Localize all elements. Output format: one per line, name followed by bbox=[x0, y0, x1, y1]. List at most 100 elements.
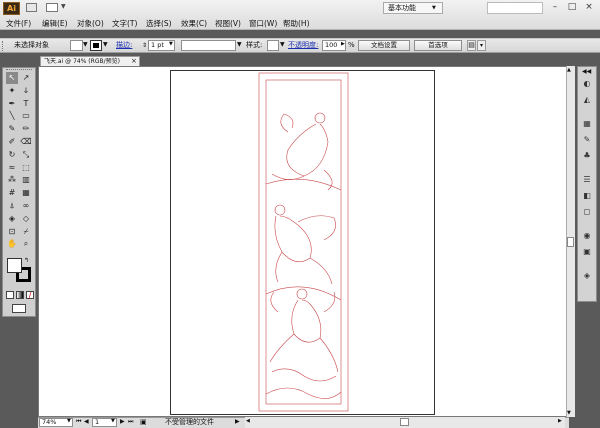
maximize-button[interactable]: □ bbox=[564, 2, 580, 14]
cloud-divider-2 bbox=[265, 286, 342, 301]
control-bar-grip[interactable] bbox=[2, 41, 5, 51]
feitian-artwork[interactable] bbox=[258, 72, 349, 412]
scroll-down-icon[interactable]: ▼ bbox=[567, 410, 571, 416]
rectangle-tool[interactable]: ▭ bbox=[20, 110, 32, 122]
live-paint-select-tool[interactable]: ◇ bbox=[20, 213, 32, 225]
rotate-tool[interactable]: ↻ bbox=[6, 149, 18, 161]
figure-1-head bbox=[314, 112, 326, 124]
column-graph-tool[interactable]: ▥ bbox=[20, 174, 32, 186]
color-icon[interactable]: ◐ bbox=[580, 78, 594, 90]
arrange-icon[interactable]: ▤ bbox=[467, 40, 476, 51]
line-tool[interactable]: ╲ bbox=[6, 110, 18, 122]
menu-edit[interactable]: 编辑(E) bbox=[42, 18, 68, 30]
scroll-right-icon[interactable]: ▶ bbox=[558, 418, 562, 424]
menu-help[interactable]: 帮助(H) bbox=[283, 18, 310, 30]
menu-view[interactable]: 视图(V) bbox=[215, 18, 241, 30]
stroke-swatch[interactable] bbox=[90, 40, 102, 51]
eraser-tool[interactable]: ⌫ bbox=[20, 136, 32, 148]
type-tool[interactable]: T bbox=[20, 98, 32, 110]
preferences-button[interactable]: 首选项 bbox=[414, 40, 462, 51]
previous-artboard-icon[interactable]: ◀ bbox=[84, 418, 89, 425]
paintbrush-tool[interactable]: ✎ bbox=[6, 123, 18, 135]
color-mode-icon[interactable] bbox=[6, 291, 14, 299]
control-panel-menu-icon[interactable]: ▾ bbox=[477, 40, 486, 51]
menu-effect[interactable]: 效果(C) bbox=[181, 18, 207, 30]
eyedropper-tool[interactable]: ⍋ bbox=[6, 200, 18, 212]
none-mode-icon[interactable]: / bbox=[26, 291, 34, 300]
search-help-field[interactable] bbox=[487, 2, 543, 14]
fill-swatch[interactable] bbox=[70, 40, 83, 51]
scroll-up-icon[interactable]: ▲ bbox=[567, 67, 571, 73]
blend-tool[interactable]: ∞ bbox=[20, 200, 32, 212]
mesh-tool[interactable]: # bbox=[6, 187, 18, 199]
pencil-tool[interactable]: ✏ bbox=[20, 123, 32, 135]
document-setup-button[interactable]: 文档设置 bbox=[358, 40, 410, 51]
status-menu-icon[interactable]: ▣ bbox=[140, 418, 147, 426]
fill-dropdown-icon[interactable]: ▼ bbox=[83, 41, 88, 48]
status-caret-icon[interactable]: ▶ bbox=[235, 418, 240, 425]
menu-window[interactable]: 窗口(W) bbox=[249, 18, 277, 30]
live-paint-tool[interactable]: ◈ bbox=[6, 213, 18, 225]
gradient-tool[interactable]: ▦ bbox=[20, 187, 32, 199]
layers-icon[interactable]: ◈ bbox=[580, 270, 594, 282]
zoom-dropdown-icon[interactable]: ▼ bbox=[67, 418, 71, 424]
close-icon[interactable]: × bbox=[131, 56, 137, 66]
magic-wand-tool[interactable]: ✦ bbox=[6, 85, 18, 97]
opacity-caret-icon[interactable]: ▶ bbox=[341, 41, 345, 47]
menu-object[interactable]: 对象(O) bbox=[77, 18, 104, 30]
menu-file[interactable]: 文件(F) bbox=[6, 18, 31, 30]
minimize-button[interactable]: – bbox=[547, 2, 563, 14]
document-tab[interactable]: 飞天.ai @ 74% (RGB/预览) bbox=[40, 56, 140, 66]
crop-tool[interactable]: ⊡ bbox=[6, 226, 18, 238]
close-button[interactable]: × bbox=[581, 2, 597, 14]
free-transform-tool[interactable]: ⬚ bbox=[20, 162, 32, 174]
direct-selection-tool[interactable]: ↗ bbox=[20, 72, 32, 84]
variable-width-profile[interactable] bbox=[181, 40, 236, 51]
fill-color-front[interactable] bbox=[7, 258, 22, 273]
opacity-label-link[interactable]: 不透明度: bbox=[288, 40, 318, 51]
swap-colors-icon[interactable]: ↰ bbox=[24, 257, 29, 264]
vertical-scroll-thumb[interactable] bbox=[567, 237, 574, 247]
symbols-icon[interactable]: ♣ bbox=[580, 150, 594, 162]
zoom-tool[interactable]: ⌕ bbox=[20, 238, 32, 250]
hand-tool[interactable]: ✋ bbox=[6, 238, 18, 250]
gradient-mode-icon[interactable] bbox=[16, 291, 24, 299]
next-artboard-icon[interactable]: ▶ bbox=[120, 418, 125, 425]
brushes-icon[interactable]: ✎ bbox=[580, 134, 594, 146]
chevron-down-icon[interactable]: ▼ bbox=[432, 5, 436, 11]
collapse-dock-icon[interactable]: ◀◀ bbox=[582, 68, 591, 75]
selection-tool[interactable]: ↖ bbox=[6, 72, 18, 84]
go-to-bridge-icon[interactable] bbox=[26, 3, 37, 12]
symbol-sprayer-tool[interactable]: ⁂ bbox=[6, 174, 18, 186]
artboard-dropdown-icon[interactable]: ▼ bbox=[111, 418, 115, 424]
scroll-left-icon[interactable]: ◀ bbox=[246, 418, 250, 424]
horizontal-scroll-thumb[interactable] bbox=[400, 418, 409, 426]
graphic-style-swatch[interactable] bbox=[267, 40, 279, 51]
slice-tool[interactable]: ⌿ bbox=[20, 226, 32, 238]
style-dropdown-icon[interactable]: ▼ bbox=[280, 41, 285, 48]
color-guide-icon[interactable]: ◭ bbox=[580, 94, 594, 106]
menu-text[interactable]: 文字(T) bbox=[112, 18, 137, 30]
menu-select[interactable]: 选择(S) bbox=[146, 18, 172, 30]
stroke-weight-stepper[interactable]: ⇕ bbox=[142, 41, 147, 50]
appearance-icon[interactable]: ◉ bbox=[580, 230, 594, 242]
stroke-icon[interactable]: ☰ bbox=[580, 174, 594, 186]
gradient-icon[interactable]: ◧ bbox=[580, 190, 594, 202]
swatches-icon[interactable]: ▦ bbox=[580, 118, 594, 130]
arrange-documents-caret-icon[interactable]: ▼ bbox=[61, 3, 66, 10]
lasso-tool[interactable]: ↆ bbox=[20, 85, 32, 97]
scale-tool[interactable]: ⤡ bbox=[20, 149, 32, 161]
arrange-documents-icon[interactable] bbox=[46, 3, 58, 12]
stroke-dropdown-icon[interactable]: ▼ bbox=[103, 41, 108, 48]
transparency-icon[interactable]: ◻ bbox=[580, 206, 594, 218]
stroke-weight-caret-icon[interactable]: ▼ bbox=[169, 41, 173, 47]
profile-dropdown-icon[interactable]: ▼ bbox=[237, 41, 242, 48]
warp-tool[interactable]: ≈ bbox=[6, 162, 18, 174]
first-artboard-icon[interactable]: ⏮ bbox=[76, 418, 81, 426]
blob-brush-tool[interactable]: ✐ bbox=[6, 136, 18, 148]
graphic-styles-icon[interactable]: ▣ bbox=[580, 246, 594, 258]
last-artboard-icon[interactable]: ⏭ bbox=[128, 418, 133, 426]
pen-tool[interactable]: ✒ bbox=[6, 98, 18, 110]
screen-mode-icon[interactable] bbox=[12, 304, 26, 313]
stroke-label-link[interactable]: 描边: bbox=[116, 40, 132, 51]
